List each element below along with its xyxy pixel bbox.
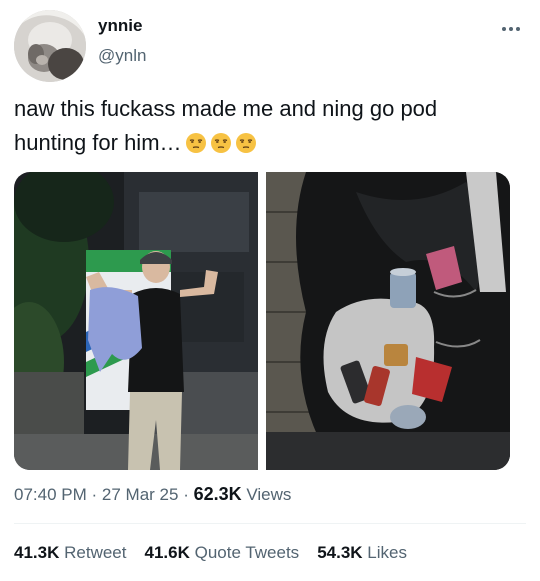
meta-separator: · xyxy=(91,485,98,504)
more-dot xyxy=(516,27,520,31)
engagement-stats: 41.3K Retweet 41.6K Quote Tweets 54.3K L… xyxy=(14,543,407,563)
retweets-label: Retweet xyxy=(64,543,127,562)
unamused-face-emoji xyxy=(235,130,257,153)
likes-label: Likes xyxy=(367,543,407,562)
user-handle[interactable]: @ynln xyxy=(98,46,146,66)
tweet-date[interactable]: 27 Mar 25 xyxy=(102,485,179,504)
photo-person-at-night[interactable] xyxy=(14,172,258,470)
quotes-count: 41.6K xyxy=(144,543,190,562)
more-dot xyxy=(502,27,506,31)
tweet-meta: 07:40 PM · 27 Mar 25 · 62.3K Views xyxy=(14,484,291,505)
quotes-label: Quote Tweets xyxy=(194,543,300,562)
avatar[interactable] xyxy=(14,10,86,82)
tweet-text: naw this fuckass made me and ning go pod… xyxy=(14,92,514,160)
unamused-face-emoji xyxy=(210,130,232,153)
more-dot xyxy=(509,27,513,31)
media-grid xyxy=(14,172,510,470)
photo-trash-bag-pods[interactable] xyxy=(266,172,510,470)
more-horizontal-icon[interactable] xyxy=(500,24,522,34)
views-count: 62.3K xyxy=(193,484,242,504)
unamused-face-emoji xyxy=(185,130,207,153)
retweets-stat[interactable]: 41.3K Retweet xyxy=(14,543,126,563)
display-name[interactable]: ynnie xyxy=(98,16,142,36)
quotes-stat[interactable]: 41.6K Quote Tweets xyxy=(144,543,299,563)
views-label: Views xyxy=(246,485,292,504)
divider xyxy=(14,523,526,524)
likes-count: 54.3K xyxy=(317,543,363,562)
likes-stat[interactable]: 54.3K Likes xyxy=(317,543,407,563)
meta-separator: · xyxy=(183,485,189,504)
tweet-time[interactable]: 07:40 PM xyxy=(14,485,87,504)
retweets-count: 41.3K xyxy=(14,543,60,562)
